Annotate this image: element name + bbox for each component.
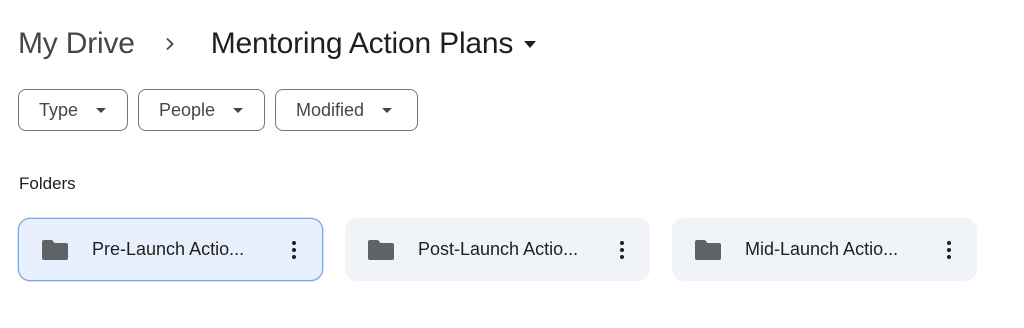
folder-name: Mid-Launch Actio...	[745, 239, 899, 259]
breadcrumb-my-drive[interactable]: My Drive	[18, 27, 135, 61]
folder-name: Post-Launch Actio...	[418, 239, 579, 259]
type-filter-chip[interactable]: Type	[18, 89, 128, 131]
caret-down-icon	[233, 107, 244, 113]
folder-card-post-launch[interactable]: Post-Launch Actio...	[345, 218, 650, 281]
caret-down-icon	[524, 40, 537, 48]
folder-icon	[694, 239, 722, 261]
folders-heading: Folders	[19, 174, 76, 193]
caret-down-icon	[382, 107, 393, 113]
breadcrumb-current-folder-button[interactable]: Mentoring Action Plans	[210, 27, 537, 61]
chevron-right-icon	[165, 37, 177, 51]
breadcrumb-current-folder: Mentoring Action Plans	[210, 27, 514, 60]
more-vert-icon[interactable]	[280, 232, 308, 268]
drive-folder-view: My Drive Mentoring Action Plans Type Peo…	[0, 0, 1024, 328]
caret-down-icon	[96, 107, 107, 113]
folder-card-mid-launch[interactable]: Mid-Launch Actio...	[672, 218, 977, 281]
modified-filter-chip[interactable]: Modified	[275, 89, 418, 131]
breadcrumb: My Drive Mentoring Action Plans	[18, 22, 537, 66]
people-filter-chip[interactable]: People	[138, 89, 265, 131]
chip-label: People	[159, 99, 216, 120]
folder-card-pre-launch[interactable]: Pre-Launch Actio...	[18, 218, 323, 281]
more-vert-icon[interactable]	[935, 232, 963, 268]
chip-label: Type	[39, 99, 79, 120]
folder-icon	[367, 239, 395, 261]
chip-label: Modified	[296, 99, 365, 120]
folder-icon	[41, 239, 69, 261]
more-vert-icon[interactable]	[608, 232, 636, 268]
folder-grid: Pre-Launch Actio... Post-Launch Actio...	[18, 218, 977, 281]
folder-name: Pre-Launch Actio...	[92, 239, 245, 259]
filter-bar: Type People Modified	[18, 89, 418, 131]
